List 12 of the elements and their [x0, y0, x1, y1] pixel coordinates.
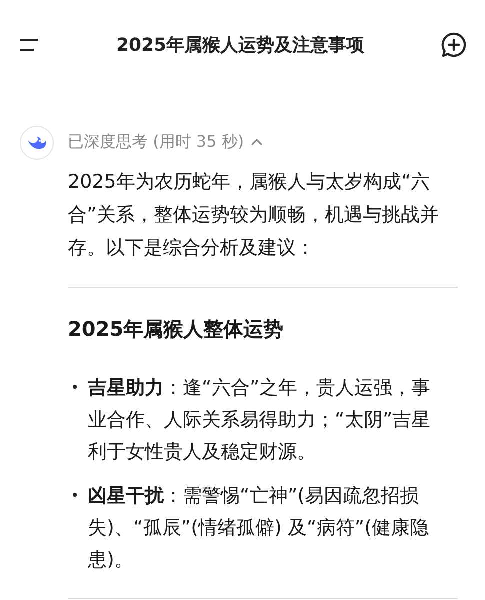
bullet-icon: [73, 492, 77, 497]
intro-paragraph: 2025年为农历蛇年，属猴人与太岁构成“六合”关系，整体运势较为顺畅，机遇与挑战并存。以下是综合分析及建议：: [68, 170, 440, 261]
section-heading: 2025年属猴人整体运势: [68, 316, 285, 343]
whale-avatar-icon: [20, 126, 54, 160]
page-title: 2025年属猴人运势及注意事项: [116, 34, 365, 57]
new-chat-icon[interactable]: [440, 32, 467, 58]
bullet-icon: [73, 384, 77, 389]
bullet-text: 凶星干扰：需警惕“亡神”(易因疏忽招损失)、“孤辰”(情绪孤僻) 及“病符”(健康隐患)。: [88, 484, 430, 573]
thinking-toggle[interactable]: 已深度思考 (用时 35 秒): [68, 124, 264, 160]
bullet-text: 吉星助力：逢“六合”之年，贵人运强，事业合作、人际关系易得助力；“太阴”吉星利于女性贵人及稳定财源。: [88, 376, 432, 465]
menu-icon[interactable]: [20, 38, 40, 52]
caret-icon: [250, 137, 264, 147]
